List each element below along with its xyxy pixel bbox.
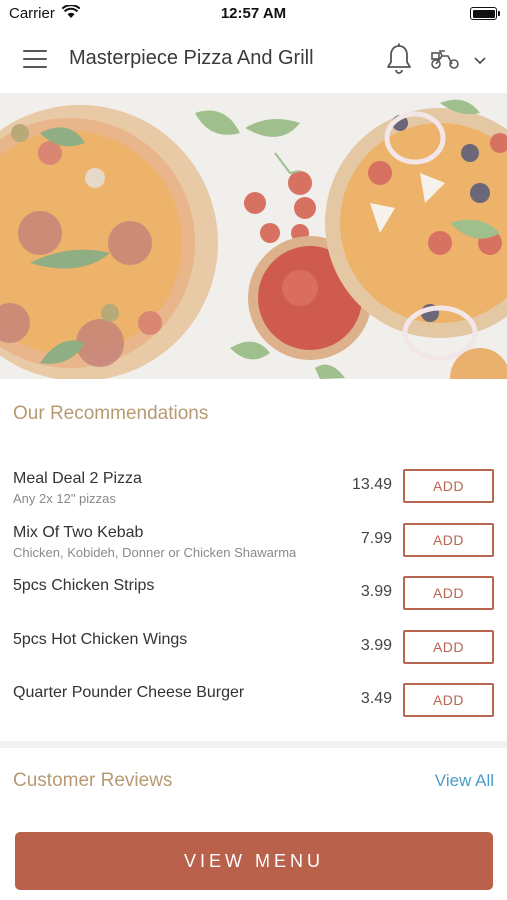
item-price: 7.99 <box>360 529 392 547</box>
list-item[interactable]: Mix Of Two Kebab Chicken, Kobideh, Donne… <box>0 510 507 564</box>
add-button[interactable]: ADD <box>403 629 494 664</box>
list-item[interactable]: Quarter Pounder Cheese Burger 3.49 ADD <box>0 670 507 724</box>
list-item[interactable]: 5pcs Chicken Strips 3.99 ADD <box>0 563 507 617</box>
chevron-down-icon[interactable] <box>473 53 487 71</box>
page-title: Masterpiece Pizza And Grill <box>69 47 314 69</box>
delivery-scooter-icon[interactable] <box>430 48 460 75</box>
item-name: 5pcs Chicken Strips <box>13 577 155 594</box>
recommendations-list: Meal Deal 2 Pizza Any 2x 12" pizzas 13.4… <box>0 456 507 724</box>
app-header: Masterpiece Pizza And Grill <box>0 26 507 93</box>
status-bar: Carrier 12:57 AM <box>0 0 507 26</box>
clock: 12:57 AM <box>220 5 287 22</box>
bell-icon[interactable] <box>385 43 413 80</box>
add-button[interactable]: ADD <box>403 469 494 503</box>
item-price: 3.49 <box>360 690 392 707</box>
item-price: 3.99 <box>360 636 392 654</box>
add-button[interactable]: ADD <box>403 576 494 610</box>
recommendations-title: Our Recommendations <box>13 403 209 424</box>
battery-icon <box>470 7 500 20</box>
add-button[interactable]: ADD <box>403 683 494 717</box>
item-name: Meal Deal 2 Pizza <box>13 470 142 487</box>
hero-image <box>0 93 507 379</box>
item-name: Quarter Pounder Cheese Burger <box>13 684 245 701</box>
section-divider <box>0 741 507 748</box>
item-description: Chicken, Kobideh, Donner or Chicken Shaw… <box>13 544 297 560</box>
item-description: Any 2x 12" pizzas <box>13 491 116 506</box>
menu-icon[interactable] <box>23 50 47 68</box>
item-price: 13.49 <box>351 476 392 493</box>
add-button[interactable]: ADD <box>403 522 494 557</box>
item-name: 5pcs Hot Chicken Wings <box>13 630 188 648</box>
item-name: Mix Of Two Kebab <box>13 523 144 541</box>
reviews-title: Customer Reviews <box>13 770 173 791</box>
item-price: 3.99 <box>360 583 392 600</box>
list-item[interactable]: Meal Deal 2 Pizza Any 2x 12" pizzas 13.4… <box>0 456 507 510</box>
view-menu-button[interactable]: VIEW MENU <box>15 832 493 890</box>
list-item[interactable]: 5pcs Hot Chicken Wings 3.99 ADD <box>0 617 507 671</box>
view-all-link[interactable]: View All <box>435 771 494 791</box>
